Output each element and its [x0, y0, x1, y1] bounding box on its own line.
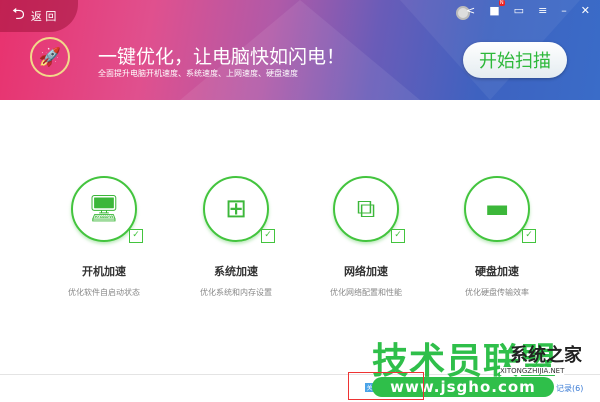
gift-icon[interactable]: ■ N	[489, 0, 505, 17]
windows-up-icon: ⊞	[225, 194, 247, 224]
monitor-boost-icon: 🖥	[87, 194, 121, 224]
item-desc: 优化软件自启动状态	[68, 288, 140, 297]
window-controls: < ■ N ▭ ≡ – ✕	[466, 0, 590, 17]
item-title: 网络加速	[344, 265, 388, 278]
back-arrow-icon: ⮌	[12, 3, 25, 23]
header-banner: ⮌ 返 回 < ■ N ▭ ≡ – ✕ 🚀 一键优化，让电脑快如闪电！ 全面提升电脑…	[0, 0, 600, 100]
item-desc: 优化系统和内存设置	[200, 288, 272, 297]
item-title: 系统加速	[214, 265, 258, 278]
page-title: 一键优化，让电脑快如闪电！	[98, 46, 346, 68]
highlight-box	[348, 372, 424, 400]
rocket-icon: 🚀	[30, 37, 70, 77]
start-scan-button[interactable]: 开始扫描	[463, 42, 567, 78]
disk-icon: ▬	[484, 194, 510, 224]
network-icon: ⧉	[356, 193, 376, 224]
records-link[interactable]: 记录(6)	[556, 383, 583, 394]
minimize-icon[interactable]: –	[561, 4, 567, 17]
back-button[interactable]: ⮌ 返 回	[0, 0, 78, 32]
item-title: 开机加速	[82, 265, 126, 278]
page-subtitle: 全面提升电脑开机速度、系统速度、上网速度、硬盘速度	[98, 69, 298, 78]
item-desc: 优化网络配置和性能	[330, 288, 402, 297]
item-disk-speedup[interactable]: ▬ ✓ 硬盘加速 优化硬盘传输效率	[432, 176, 562, 298]
watermark-brand2: 系统之家	[510, 345, 582, 366]
notification-badge: N	[498, 0, 505, 6]
item-checkbox[interactable]: ✓	[129, 229, 143, 243]
feedback-icon[interactable]: ▭	[514, 4, 524, 17]
item-boot-speedup[interactable]: 🖥 ✓ 开机加速 优化软件自启动状态	[39, 176, 169, 298]
item-system-speedup[interactable]: ⊞ ✓ 系统加速 优化系统和内存设置	[171, 176, 301, 298]
item-network-speedup[interactable]: ⧉ ✓ 网络加速 优化网络配置和性能	[301, 176, 431, 298]
item-checkbox[interactable]: ✓	[391, 229, 405, 243]
menu-icon[interactable]: ≡	[538, 4, 547, 17]
item-checkbox[interactable]: ✓	[522, 229, 536, 243]
close-icon[interactable]: ✕	[581, 4, 590, 17]
item-checkbox[interactable]: ✓	[261, 229, 275, 243]
back-label: 返 回	[30, 10, 57, 23]
item-title: 硬盘加速	[475, 265, 519, 278]
share-icon[interactable]: <	[466, 4, 475, 17]
watermark-site2: XITONGZHIJIA.NET	[500, 367, 565, 375]
item-desc: 优化硬盘传输效率	[465, 288, 529, 297]
